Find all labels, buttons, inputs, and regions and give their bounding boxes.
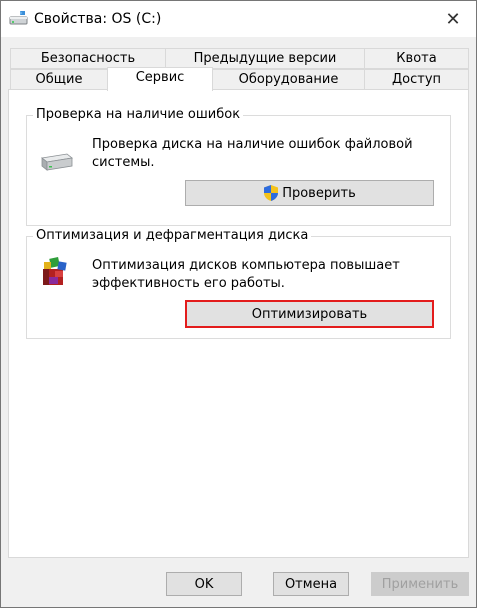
- error-check-description-2: системы.: [92, 155, 155, 170]
- error-check-description: Проверка диска на наличие ошибок файлово…: [92, 137, 413, 152]
- tab-previous-versions[interactable]: Предыдущие версии: [165, 48, 365, 69]
- ok-button-label: OK: [194, 576, 214, 592]
- close-icon: ✕: [445, 8, 461, 30]
- tab-hardware[interactable]: Оборудование: [212, 69, 365, 90]
- optimize-button-label: Оптимизировать: [251, 306, 368, 322]
- drive-icon: [9, 11, 28, 25]
- tab-sharing[interactable]: Доступ: [364, 69, 469, 90]
- check-button[interactable]: Проверить: [185, 180, 434, 206]
- optimize-description-2: эффективность его работы.: [92, 276, 285, 291]
- tab-label: Квота: [396, 51, 437, 66]
- tab-label: Сервис: [135, 70, 185, 85]
- optimize-description: Оптимизация дисков компьютера повышает: [92, 258, 400, 273]
- shield-icon: [264, 185, 279, 201]
- error-check-group: Проверка на наличие ошибок Проверка диск…: [26, 107, 451, 226]
- cancel-button-label: Отмена: [284, 576, 338, 592]
- group-title: Проверка на наличие ошибок: [33, 107, 244, 122]
- tab-label: Оборудование: [238, 72, 339, 87]
- cancel-button[interactable]: Отмена: [273, 572, 349, 596]
- tab-label: Общие: [35, 72, 83, 87]
- group-title: Оптимизация и дефрагментация диска: [33, 228, 312, 243]
- tab-label: Доступ: [391, 72, 442, 87]
- apply-button[interactable]: Применить: [371, 572, 469, 596]
- tab-security[interactable]: Безопасность: [10, 48, 166, 69]
- properties-window: Свойства: OS (C:) ✕ Безопасность Предыду…: [0, 0, 477, 608]
- tab-label: Безопасность: [40, 51, 136, 66]
- tab-general[interactable]: Общие: [10, 69, 108, 90]
- optimize-button[interactable]: Оптимизировать: [185, 300, 434, 328]
- check-button-label: Проверить: [282, 185, 356, 201]
- ok-button[interactable]: OK: [166, 572, 242, 596]
- apply-button-label: Применить: [381, 576, 459, 592]
- tab-panel: Проверка на наличие ошибок Проверка диск…: [8, 89, 469, 558]
- title-bar[interactable]: Свойства: OS (C:) ✕: [1, 1, 476, 37]
- optimize-group: Оптимизация и дефрагментация диска Оптим…: [26, 228, 451, 339]
- defrag-icon: [43, 257, 67, 285]
- tab-tools[interactable]: Сервис: [107, 67, 213, 91]
- drive-icon: [41, 153, 73, 171]
- window-title: Свойства: OS (C:): [34, 11, 162, 27]
- close-button[interactable]: ✕: [430, 1, 476, 37]
- tab-label: Предыдущие версии: [193, 51, 337, 66]
- tab-quota[interactable]: Квота: [364, 48, 469, 69]
